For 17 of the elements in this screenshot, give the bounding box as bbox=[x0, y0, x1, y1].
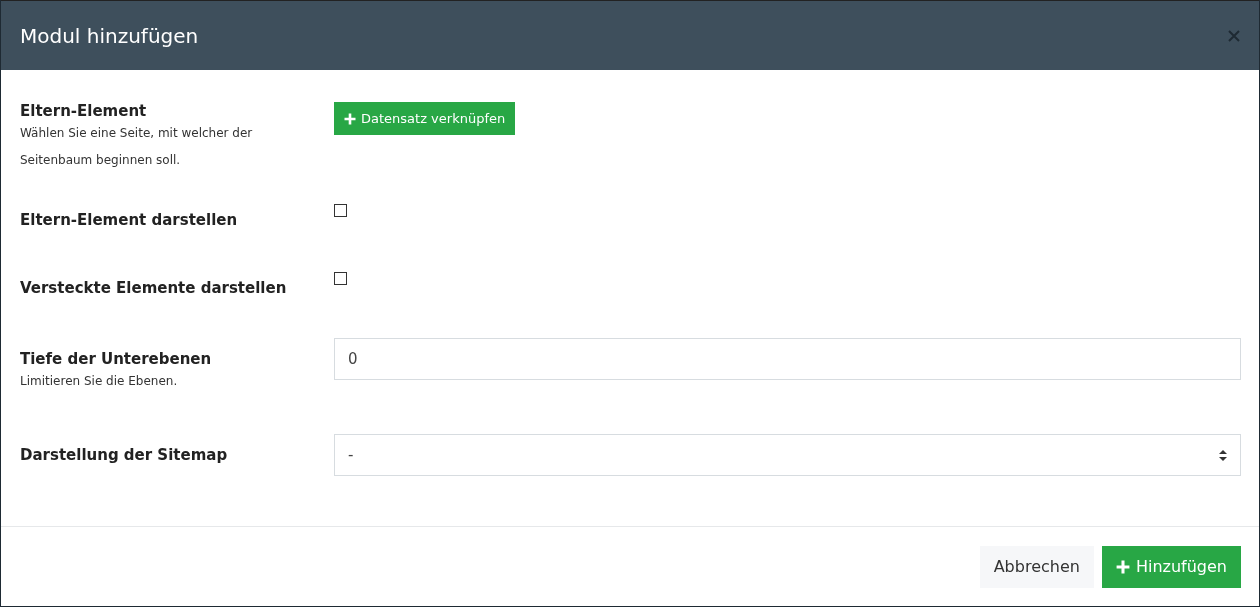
sort-icon bbox=[1219, 449, 1227, 461]
checkbox[interactable] bbox=[334, 272, 347, 285]
cancel-button[interactable]: Abbrechen bbox=[979, 545, 1094, 588]
select-field[interactable]: - bbox=[334, 434, 1241, 476]
dialog-title: Modul hinzufügen bbox=[20, 23, 199, 48]
field-label: Eltern-Element bbox=[20, 102, 148, 120]
input-field[interactable]: 0 bbox=[334, 338, 1241, 380]
field-label: Versteckte Elemente darstellen bbox=[20, 279, 288, 297]
plus-icon bbox=[1115, 559, 1130, 574]
select-value: - bbox=[348, 446, 354, 464]
help-text: Wählen Sie eine Seite, mit welcher der Seitenbaum beginnen soll. bbox=[20, 125, 254, 169]
field-label: Eltern-Element darstellen bbox=[20, 211, 239, 229]
field-label: Tiefe der Unterebenen bbox=[20, 350, 213, 368]
field-label: Darstellung der Sitemap bbox=[20, 446, 229, 464]
checkbox[interactable] bbox=[334, 204, 347, 217]
help-text: Limitieren Sie die Ebenen. bbox=[20, 373, 179, 390]
plus-icon bbox=[344, 112, 356, 125]
